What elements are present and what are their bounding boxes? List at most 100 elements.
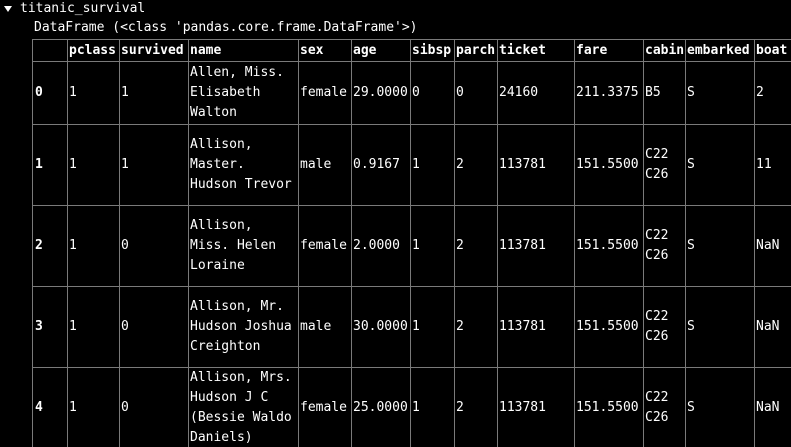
cell-boat: NaN: [754, 205, 791, 287]
cell-name-line: Loraine: [190, 258, 245, 273]
cell-ticket: 113781: [497, 124, 575, 206]
cell-name-line: Allison, Mrs.: [190, 370, 292, 385]
table-row[interactable]: 1 1 1 Allison, Master. Hudson Trevor mal…: [32, 124, 791, 206]
cell-embarked: S: [685, 124, 755, 206]
column-header-parch[interactable]: parch: [454, 39, 498, 62]
cell-embarked: S: [685, 367, 755, 447]
cell-parch: 2: [454, 367, 498, 447]
dataframe-view[interactable]: pclass survived name sex age sibsp parch…: [32, 39, 791, 447]
cell-name-line: (Bessie Waldo: [190, 410, 292, 425]
column-header-sex[interactable]: sex: [298, 39, 352, 62]
cell-name-line: Hudson J C: [190, 390, 269, 405]
cell-sex: female: [298, 367, 352, 447]
column-header-embarked[interactable]: embarked: [685, 39, 755, 62]
column-header-fare[interactable]: fare: [574, 39, 644, 62]
cell-fare: 151.5500: [574, 205, 644, 287]
cell-pclass: 1: [67, 205, 120, 287]
cell-ticket: 113781: [497, 205, 575, 287]
cell-parch: 2: [454, 124, 498, 206]
cell-pclass: 1: [67, 286, 120, 368]
cell-name-line: Master.: [190, 157, 245, 172]
cell-name-line: Allison,: [190, 137, 253, 152]
cell-cabin-line: C22: [645, 147, 669, 162]
table-row[interactable]: 3 1 0 Allison, Mr. Hudson Joshua Creight…: [32, 286, 791, 368]
column-header-survived[interactable]: survived: [119, 39, 189, 62]
cell-parch: 2: [454, 286, 498, 368]
column-header-sibsp[interactable]: sibsp: [410, 39, 455, 62]
cell-name-line: Creighton: [190, 339, 261, 354]
cell-pclass: 1: [67, 61, 120, 125]
cell-cabin-line: C22: [645, 309, 669, 324]
cell-cabin-line: C26: [645, 167, 669, 182]
cell-age: 2.0000: [351, 205, 411, 287]
cell-sex: female: [298, 61, 352, 125]
cell-parch: 0: [454, 61, 498, 125]
expand-toggle-icon[interactable]: [4, 5, 12, 12]
column-header-ticket[interactable]: ticket: [497, 39, 575, 62]
cell-survived: 0: [119, 286, 189, 368]
cell-pclass: 1: [67, 367, 120, 447]
cell-sex: female: [298, 205, 352, 287]
cell-embarked: S: [685, 205, 755, 287]
cell-cabin-line: B5: [645, 85, 661, 100]
cell-name: Allen, Miss. Elisabeth Walton: [188, 61, 299, 125]
column-header-pclass[interactable]: pclass: [67, 39, 120, 62]
cell-age: 29.0000: [351, 61, 411, 125]
cell-name-line: Allen, Miss.: [190, 65, 284, 80]
cell-cabin-line: C26: [645, 329, 669, 344]
cell-name-line: Miss. Helen: [190, 238, 277, 253]
table-row[interactable]: 4 1 0 Allison, Mrs. Hudson J C (Bessie W…: [32, 367, 791, 447]
cell-embarked: S: [685, 286, 755, 368]
cell-sibsp: 1: [410, 286, 455, 368]
cell-boat: NaN: [754, 367, 791, 447]
row-index: 2: [32, 205, 68, 287]
cell-cabin-line: C22: [645, 228, 669, 243]
variable-type: DataFrame (<class 'pandas.core.frame.Dat…: [34, 20, 418, 35]
variable-row[interactable]: titanic_survival: [0, 0, 145, 17]
cell-ticket: 113781: [497, 286, 575, 368]
cell-sex: male: [298, 124, 352, 206]
cell-sibsp: 1: [410, 124, 455, 206]
cell-age: 0.9167: [351, 124, 411, 206]
cell-survived: 0: [119, 205, 189, 287]
cell-cabin-line: C26: [645, 248, 669, 263]
column-header-name[interactable]: name: [188, 39, 299, 62]
cell-boat: NaN: [754, 286, 791, 368]
variable-name: titanic_survival: [20, 0, 146, 16]
column-header-age[interactable]: age: [351, 39, 411, 62]
table-row[interactable]: 0 1 1 Allen, Miss. Elisabeth Walton fema…: [32, 61, 791, 125]
cell-cabin: C22 C26: [643, 286, 686, 368]
cell-fare: 211.3375: [574, 61, 644, 125]
cell-ticket: 113781: [497, 367, 575, 447]
cell-cabin: C22 C26: [643, 205, 686, 287]
table-row[interactable]: 2 1 0 Allison, Miss. Helen Loraine femal…: [32, 205, 791, 287]
cell-parch: 2: [454, 205, 498, 287]
cell-name: Allison, Mr. Hudson Joshua Creighton: [188, 286, 299, 368]
cell-sibsp: 1: [410, 367, 455, 447]
cell-age: 30.0000: [351, 286, 411, 368]
cell-name-line: Hudson Joshua: [190, 319, 292, 334]
cell-boat: 2: [754, 61, 791, 125]
cell-name-line: Hudson Trevor: [190, 177, 292, 192]
column-header-index[interactable]: [32, 39, 68, 62]
cell-sibsp: 0: [410, 61, 455, 125]
cell-cabin: C22 C26: [643, 124, 686, 206]
header-row: pclass survived name sex age sibsp parch…: [32, 39, 791, 62]
cell-name-line: Allison,: [190, 218, 253, 233]
cell-name: Allison, Mrs. Hudson J C (Bessie Waldo D…: [188, 367, 299, 447]
cell-name-line: Elisabeth: [190, 85, 261, 100]
cell-cabin: B5: [643, 61, 686, 125]
column-header-boat[interactable]: boat: [754, 39, 791, 62]
cell-survived: 1: [119, 124, 189, 206]
cell-boat: 11: [754, 124, 791, 206]
row-index: 3: [32, 286, 68, 368]
cell-sibsp: 1: [410, 205, 455, 287]
cell-embarked: S: [685, 61, 755, 125]
cell-survived: 0: [119, 367, 189, 447]
column-header-cabin[interactable]: cabin: [643, 39, 686, 62]
row-index: 1: [32, 124, 68, 206]
cell-name-line: Allison, Mr.: [190, 299, 284, 314]
cell-name-line: Daniels): [190, 430, 253, 445]
cell-age: 25.0000: [351, 367, 411, 447]
cell-ticket: 24160: [497, 61, 575, 125]
